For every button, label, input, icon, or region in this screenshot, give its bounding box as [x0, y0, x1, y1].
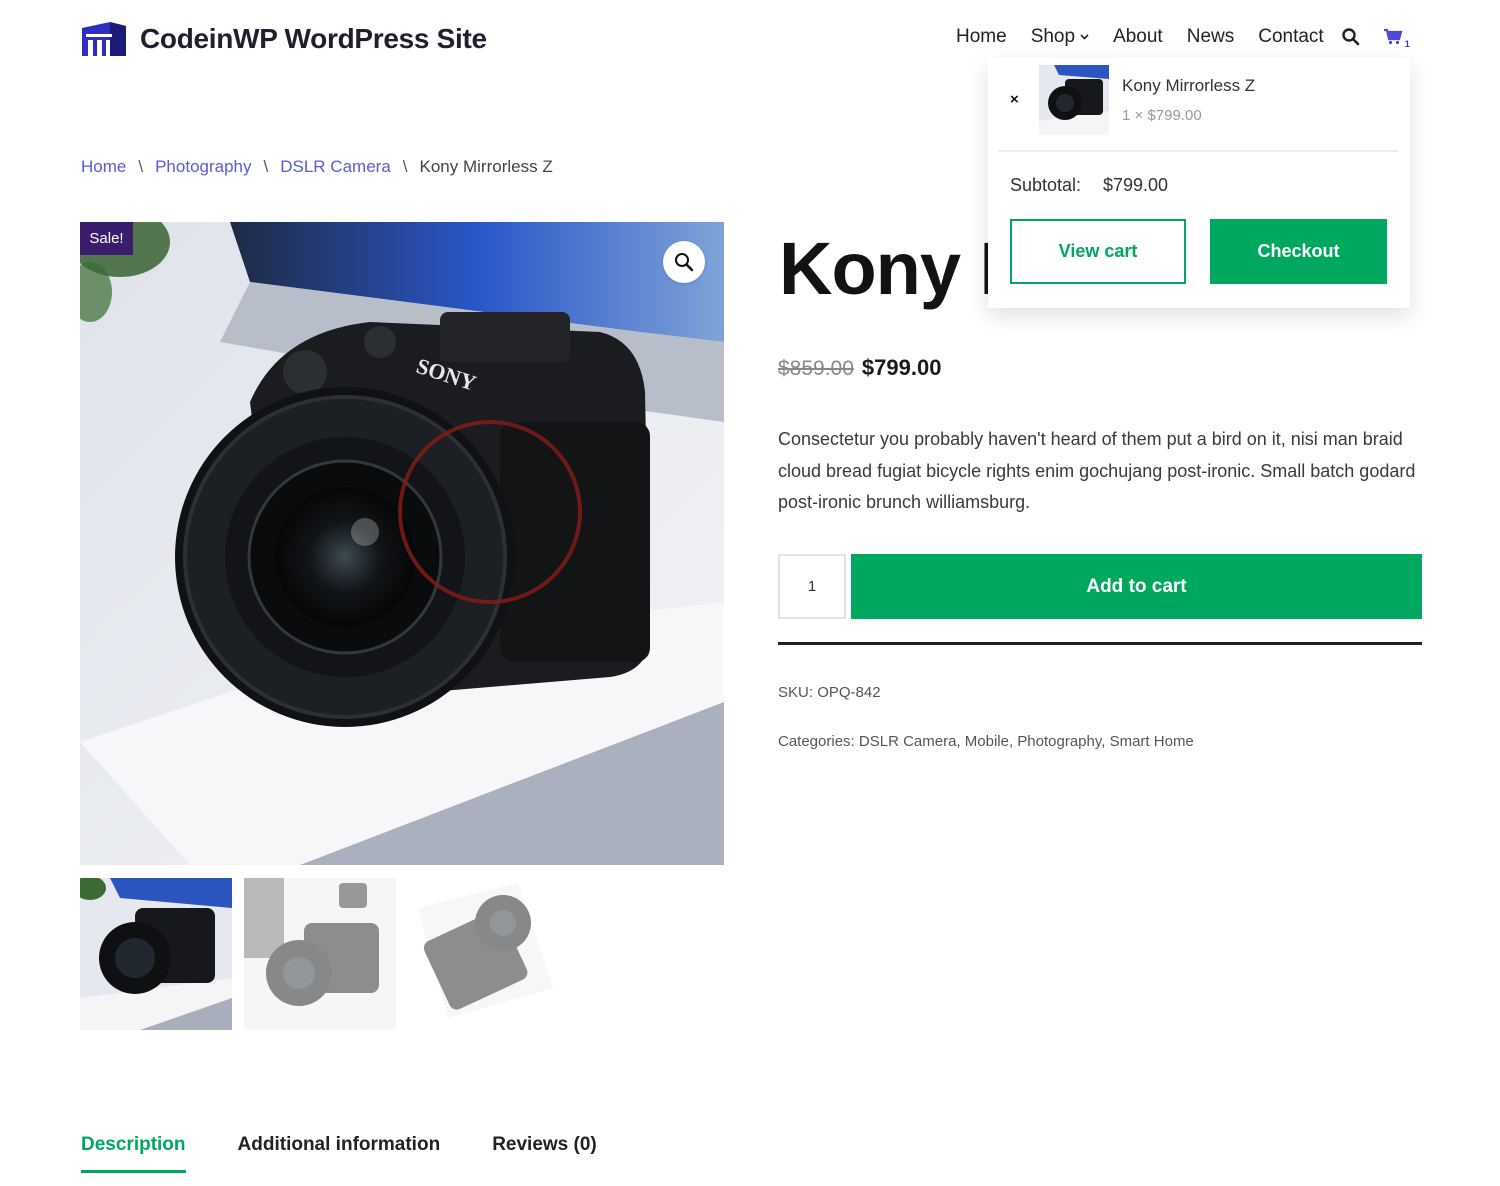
nav-item-about[interactable]: About: [1113, 26, 1163, 48]
breadcrumb-separator: \: [263, 157, 269, 176]
site-title: CodeinWP WordPress Site: [140, 23, 487, 54]
main-nav: Home Shop About News Contact 1: [956, 26, 1410, 49]
mini-cart-item-name[interactable]: Kony Mirrorless Z: [1122, 76, 1255, 96]
view-cart-button[interactable]: View cart: [1010, 219, 1186, 284]
thumbnail-image: [1039, 65, 1109, 135]
mini-cart-item-quantity: 1 × $799.00: [1122, 107, 1202, 124]
breadcrumb-separator: \: [138, 157, 144, 176]
product-thumbnail-2[interactable]: [244, 878, 396, 1030]
camera-photo: SONY: [80, 222, 724, 865]
thumbnail-image: [408, 878, 560, 1030]
nav-item-shop[interactable]: Shop: [1031, 26, 1089, 48]
category-link-dslr-camera[interactable]: DSLR Camera: [859, 733, 957, 750]
zoom-button[interactable]: [663, 241, 705, 283]
add-to-cart-button[interactable]: Add to cart: [851, 554, 1422, 619]
divider: [998, 150, 1398, 152]
product-categories: Categories: DSLR Camera, Mobile, Photogr…: [778, 733, 1194, 750]
breadcrumb-link-dslr-camera[interactable]: DSLR Camera: [280, 157, 391, 177]
cart-icon: [1383, 28, 1403, 45]
tab-description[interactable]: Description: [81, 1134, 186, 1173]
nav-item-shop-label: Shop: [1030, 26, 1076, 47]
product-short-description: Consectetur you probably haven't heard o…: [778, 429, 1416, 512]
regular-price: $859.00: [778, 357, 854, 380]
subtotal-label: Subtotal:: [1010, 175, 1082, 195]
breadcrumb-link-photography[interactable]: Photography: [155, 157, 251, 177]
product-price: $859.00 $799.00: [778, 355, 941, 381]
checkout-button[interactable]: Checkout: [1210, 219, 1387, 284]
category-link-smart-home[interactable]: Smart Home: [1110, 733, 1194, 750]
sale-price: $799.00: [861, 355, 942, 380]
product-thumbnail-1[interactable]: [80, 878, 232, 1030]
categories-label: Categories:: [778, 733, 855, 750]
breadcrumb-current: Kony Mirrorless Z: [419, 157, 553, 176]
tab-reviews[interactable]: Reviews (0): [492, 1134, 597, 1173]
product-thumbnail-3[interactable]: [408, 878, 560, 1030]
breadcrumb: Home \ Photography \ DSLR Camera \ Kony …: [81, 157, 553, 177]
logo-icon: [82, 22, 126, 56]
breadcrumb-separator: \: [402, 157, 408, 176]
nav-item-home[interactable]: Home: [956, 26, 1007, 48]
cart-button[interactable]: 1: [1383, 27, 1410, 49]
thumbnail-image: [80, 878, 232, 1030]
remove-item-button[interactable]: ×: [1010, 91, 1019, 108]
sku-value: OPQ-842: [817, 684, 881, 701]
product-tabs: Description Additional information Revie…: [81, 1134, 649, 1173]
quantity-input[interactable]: 1: [778, 554, 846, 619]
divider: [778, 642, 1422, 645]
category-link-photography[interactable]: Photography: [1017, 733, 1101, 750]
zoom-icon: [675, 253, 694, 272]
chevron-down-icon: [1080, 34, 1089, 40]
category-link-mobile[interactable]: Mobile: [965, 733, 1009, 750]
sku-label: SKU:: [778, 684, 814, 701]
product-sku: SKU: OPQ-842: [778, 684, 881, 701]
mini-cart-dropdown: × Kony Mirrorless Z 1 × $799.00 Subtotal…: [988, 58, 1410, 308]
sale-badge: Sale!: [80, 222, 133, 255]
site-logo[interactable]: CodeinWP WordPress Site: [80, 20, 487, 58]
subtotal-value: $799.00: [1103, 175, 1169, 195]
nav-item-contact[interactable]: Contact: [1258, 26, 1323, 48]
tab-additional-information[interactable]: Additional information: [238, 1134, 441, 1173]
cart-count-badge: 1: [1404, 39, 1410, 49]
search-icon[interactable]: [1341, 27, 1361, 47]
product-main-image[interactable]: SONY: [80, 222, 724, 865]
breadcrumb-link-home[interactable]: Home: [81, 157, 126, 177]
thumbnail-image: [244, 878, 396, 1030]
mini-cart-item-thumbnail[interactable]: [1039, 65, 1109, 135]
nav-item-news[interactable]: News: [1187, 26, 1235, 48]
